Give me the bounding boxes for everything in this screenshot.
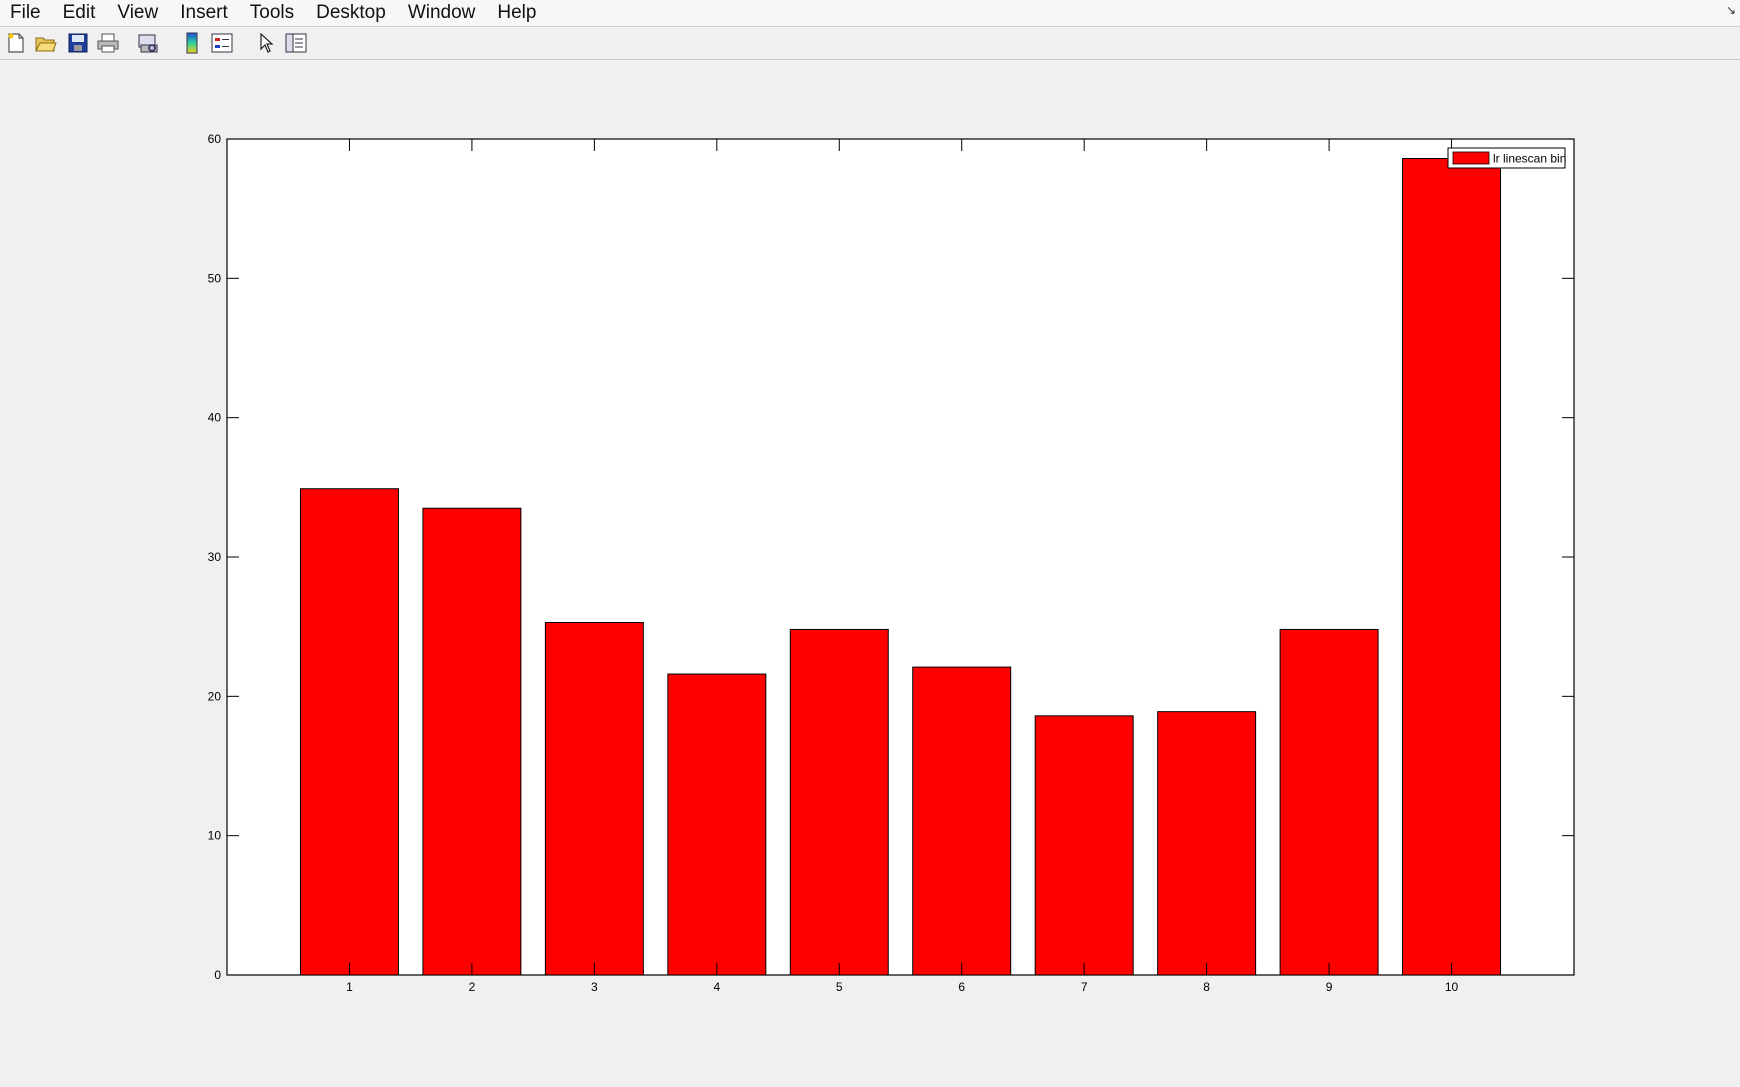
colorbar-icon[interactable] bbox=[180, 31, 204, 55]
y-tick-label: 20 bbox=[208, 689, 222, 703]
print-preview-icon[interactable] bbox=[136, 31, 160, 55]
x-tick-label: 10 bbox=[1445, 980, 1459, 994]
y-tick-label: 50 bbox=[208, 271, 222, 285]
legend[interactable]: lr linescan bin bbox=[1447, 147, 1566, 169]
bar-6 bbox=[912, 666, 1012, 976]
x-tick-label: 6 bbox=[958, 980, 965, 994]
menu-help[interactable]: Help bbox=[486, 0, 547, 26]
menu-desktop[interactable]: Desktop bbox=[305, 0, 397, 26]
y-tick-label: 10 bbox=[208, 829, 222, 843]
x-tick-label: 2 bbox=[469, 980, 476, 994]
dock-arrow-icon[interactable]: ↘ bbox=[1726, 3, 1736, 17]
legend-icon[interactable] bbox=[210, 31, 234, 55]
bar-10 bbox=[1402, 158, 1502, 976]
x-tick-label: 8 bbox=[1203, 980, 1210, 994]
bar-8 bbox=[1157, 711, 1257, 976]
menu-edit[interactable]: Edit bbox=[52, 0, 107, 26]
menu-view[interactable]: View bbox=[106, 0, 169, 26]
bar-1 bbox=[299, 488, 399, 976]
menu-insert[interactable]: Insert bbox=[169, 0, 239, 26]
menu-bar: File Edit View Insert Tools Desktop Wind… bbox=[0, 0, 1740, 27]
bar-5 bbox=[789, 628, 889, 976]
new-figure-icon[interactable] bbox=[4, 31, 28, 55]
bar-7 bbox=[1034, 715, 1134, 976]
print-icon[interactable] bbox=[96, 31, 120, 55]
figure-canvas: 0 10 20 30 40 50 60 1 2 3 4 5 6 7 8 9 10 lr linescan bi… bbox=[208, 132, 1575, 994]
legend-label: lr linescan bin bbox=[1493, 152, 1566, 166]
y-tick-label: 60 bbox=[208, 132, 222, 146]
open-file-icon[interactable] bbox=[34, 31, 58, 55]
toolbar bbox=[0, 27, 1740, 60]
x-tick-label: 4 bbox=[713, 980, 720, 994]
property-inspector-icon[interactable] bbox=[284, 31, 308, 55]
y-tick-label: 40 bbox=[208, 411, 222, 425]
legend-swatch bbox=[1452, 151, 1490, 165]
x-tick-label: 1 bbox=[346, 980, 353, 994]
bar-9 bbox=[1279, 628, 1379, 976]
y-tick-label: 0 bbox=[214, 968, 221, 982]
menu-tools[interactable]: Tools bbox=[239, 0, 305, 26]
save-icon[interactable] bbox=[66, 31, 90, 55]
bar-4 bbox=[667, 673, 767, 976]
x-tick-label: 5 bbox=[836, 980, 843, 994]
menu-file[interactable]: File bbox=[0, 0, 52, 26]
bar-3 bbox=[544, 621, 644, 976]
bar-2 bbox=[422, 507, 522, 976]
menu-window[interactable]: Window bbox=[397, 0, 487, 26]
x-tick-label: 7 bbox=[1081, 980, 1088, 994]
pointer-icon[interactable] bbox=[254, 31, 278, 55]
x-tick-label: 9 bbox=[1326, 980, 1333, 994]
y-tick-label: 30 bbox=[208, 550, 222, 564]
x-tick-label: 3 bbox=[591, 980, 598, 994]
